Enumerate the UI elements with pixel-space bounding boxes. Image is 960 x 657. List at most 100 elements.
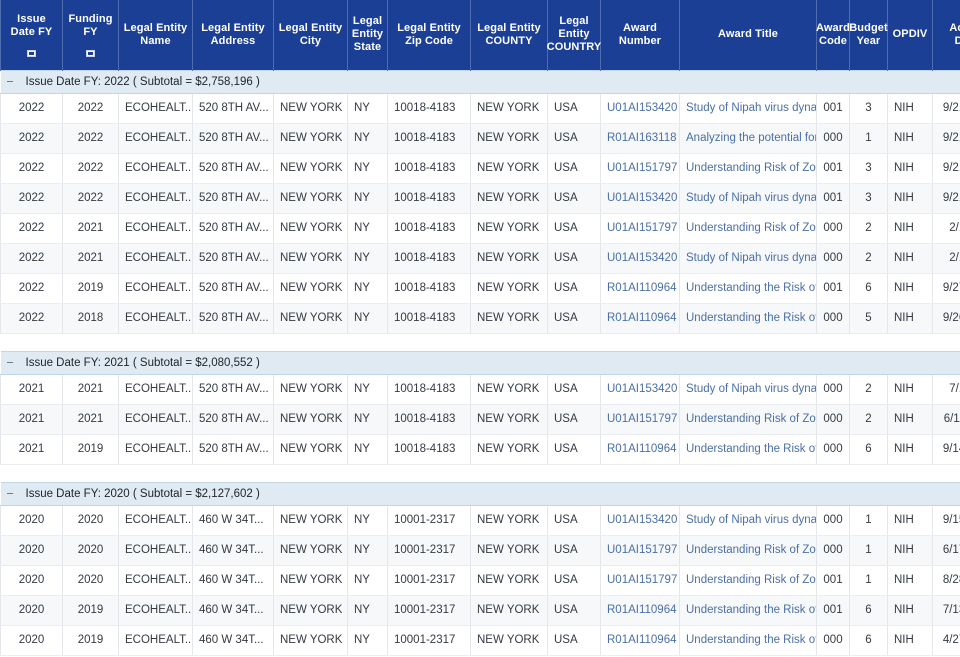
- cell-award_number[interactable]: U01AI151797: [600, 535, 680, 566]
- column-header-legal_entity_city[interactable]: Legal Entity City: [273, 0, 348, 70]
- cell-award_title[interactable]: Understanding the Risk of ...: [679, 434, 817, 465]
- cell-link-award_number[interactable]: U01AI151797: [607, 162, 677, 174]
- cell-award_number[interactable]: R01AI110964: [600, 273, 680, 304]
- column-header-legal_entity_county[interactable]: Legal Entity COUNTY: [470, 0, 548, 70]
- cell-link-award_number[interactable]: R01AI110964: [607, 282, 676, 294]
- table-row[interactable]: 2020 2019 ECOHEALT... 460 W 34T... NEW YORK N…: [0, 595, 960, 626]
- group-header-row[interactable]: Issue Date FY: 2020 ( Subtotal = $2,127,…: [0, 481, 960, 506]
- cell-award_title[interactable]: Study of Nipah virus dyna...: [679, 243, 817, 274]
- cell-award_title[interactable]: Analyzing the potential for...: [679, 123, 817, 154]
- table-row[interactable]: 2022 2022 ECOHEALT... 520 8TH AV... NEW YORK…: [0, 153, 960, 184]
- column-header-award_code[interactable]: Award Code: [816, 0, 850, 70]
- column-header-legal_entity_zip[interactable]: Legal Entity Zip Code: [387, 0, 471, 70]
- table-row[interactable]: 2022 2022 ECOHEALT... 520 8TH AV... NEW YORK…: [0, 93, 960, 124]
- table-row[interactable]: 2020 2020 ECOHEALT... 460 W 34T... NEW YORK N…: [0, 565, 960, 596]
- cell-link-award_number[interactable]: U01AI153420: [607, 252, 677, 264]
- cell-link-award_title[interactable]: Study of Nipah virus dyna...: [686, 252, 816, 264]
- collapse-toggle-icon[interactable]: [3, 487, 17, 501]
- cell-link-award_number[interactable]: R01AI110964: [607, 443, 676, 455]
- cell-link-award_number[interactable]: R01AI163118: [607, 132, 676, 144]
- cell-award_title[interactable]: Understanding Risk of Zoo...: [679, 153, 817, 184]
- cell-link-award_number[interactable]: U01AI151797: [607, 222, 677, 234]
- cell-award_title[interactable]: Study of Nipah virus dyna...: [679, 374, 817, 405]
- collapse-toggle-icon[interactable]: [3, 356, 17, 370]
- cell-award_title[interactable]: Understanding Risk of Zoo...: [679, 404, 817, 435]
- cell-link-award_title[interactable]: Understanding the Risk of ...: [686, 604, 816, 616]
- table-row[interactable]: 2020 2019 ECOHEALT... 460 W 34T... NEW YORK N…: [0, 625, 960, 656]
- cell-award_title[interactable]: Understanding the Risk of ...: [679, 595, 817, 626]
- column-header-issue_date_fy[interactable]: Issue Date FY: [0, 0, 63, 70]
- cell-link-award_number[interactable]: U01AI153420: [607, 102, 677, 114]
- cell-link-award_title[interactable]: Understanding the Risk of ...: [686, 282, 816, 294]
- group-header-row[interactable]: Issue Date FY: 2022 ( Subtotal = $2,758,…: [0, 69, 960, 94]
- cell-link-award_number[interactable]: U01AI151797: [607, 574, 677, 586]
- cell-award_number[interactable]: U01AI151797: [600, 213, 680, 244]
- cell-link-award_title[interactable]: Analyzing the potential for...: [686, 132, 816, 144]
- cell-link-award_title[interactable]: Understanding the Risk of ...: [686, 312, 816, 324]
- cell-link-award_title[interactable]: Study of Nipah virus dyna...: [686, 192, 816, 204]
- cell-link-award_title[interactable]: Understanding the Risk of ...: [686, 634, 816, 646]
- column-header-legal_entity_name[interactable]: Legal Entity Name: [118, 0, 193, 70]
- cell-link-award_number[interactable]: R01AI110964: [607, 604, 676, 616]
- cell-link-award_number[interactable]: U01AI151797: [607, 544, 677, 556]
- column-header-funding_fy[interactable]: Funding FY: [62, 0, 119, 70]
- cell-award_number[interactable]: R01AI110964: [600, 434, 680, 465]
- table-row[interactable]: 2022 2019 ECOHEALT... 520 8TH AV... NEW YORK…: [0, 273, 960, 304]
- group-header-row[interactable]: Issue Date FY: 2021 ( Subtotal = $2,080,…: [0, 350, 960, 375]
- cell-award_title[interactable]: Understanding Risk of Zoo...: [679, 213, 817, 244]
- cell-link-award_title[interactable]: Understanding the Risk of ...: [686, 443, 816, 455]
- cell-link-award_number[interactable]: R01AI110964: [607, 634, 676, 646]
- cell-award_title[interactable]: Understanding the Risk of ...: [679, 303, 817, 334]
- cell-link-award_title[interactable]: Understanding Risk of Zoo...: [686, 222, 816, 234]
- cell-award_title[interactable]: Study of Nipah virus dyna...: [679, 505, 817, 536]
- column-header-award_title[interactable]: Award Title: [679, 0, 817, 70]
- cell-award_number[interactable]: U01AI153420: [600, 93, 680, 124]
- cell-link-award_title[interactable]: Understanding Risk of Zoo...: [686, 544, 816, 556]
- cell-award_title[interactable]: Study of Nipah virus dyna...: [679, 93, 817, 124]
- sort-icon[interactable]: [27, 49, 36, 57]
- column-header-legal_entity_country[interactable]: Legal Entity COUNTRY: [547, 0, 601, 70]
- cell-award_number[interactable]: U01AI151797: [600, 565, 680, 596]
- cell-link-award_number[interactable]: R01AI110964: [607, 312, 676, 324]
- table-row[interactable]: 2021 2021 ECOHEALT... 520 8TH AV... NEW YORK…: [0, 374, 960, 405]
- cell-award_number[interactable]: U01AI153420: [600, 183, 680, 214]
- column-header-award_number[interactable]: Award Number: [600, 0, 680, 70]
- table-row[interactable]: 2022 2022 ECOHEALT... 520 8TH AV... NEW YORK…: [0, 123, 960, 154]
- cell-award_number[interactable]: R01AI163118: [600, 123, 680, 154]
- cell-link-award_number[interactable]: U01AI151797: [607, 413, 677, 425]
- cell-link-award_number[interactable]: U01AI153420: [607, 514, 677, 526]
- cell-award_number[interactable]: U01AI153420: [600, 505, 680, 536]
- table-row[interactable]: 2020 2020 ECOHEALT... 460 W 34T... NEW YORK N…: [0, 535, 960, 566]
- table-row[interactable]: 2021 2019 ECOHEALT... 520 8TH AV... NEW YORK…: [0, 434, 960, 465]
- cell-award_number[interactable]: R01AI110964: [600, 595, 680, 626]
- cell-award_number[interactable]: U01AI151797: [600, 153, 680, 184]
- column-header-action_date[interactable]: ActionDate: [932, 0, 960, 70]
- cell-award_number[interactable]: U01AI153420: [600, 243, 680, 274]
- cell-link-award_number[interactable]: U01AI153420: [607, 383, 677, 395]
- column-header-legal_entity_state[interactable]: Legal Entity State: [347, 0, 388, 70]
- column-header-opdiv[interactable]: OPDIV: [887, 0, 933, 70]
- sort-icon[interactable]: [86, 49, 95, 57]
- table-row[interactable]: 2022 2018 ECOHEALT... 520 8TH AV... NEW YORK…: [0, 303, 960, 334]
- cell-award_number[interactable]: R01AI110964: [600, 625, 680, 656]
- column-header-budget_year[interactable]: Budget Year: [849, 0, 888, 70]
- cell-award_title[interactable]: Understanding the Risk of ...: [679, 273, 817, 304]
- cell-award_number[interactable]: U01AI153420: [600, 374, 680, 405]
- cell-link-award_title[interactable]: Understanding Risk of Zoo...: [686, 574, 816, 586]
- cell-award_title[interactable]: Understanding Risk of Zoo...: [679, 565, 817, 596]
- cell-link-award_title[interactable]: Understanding Risk of Zoo...: [686, 162, 816, 174]
- cell-award_number[interactable]: U01AI151797: [600, 404, 680, 435]
- cell-award_title[interactable]: Understanding the Risk of ...: [679, 625, 817, 656]
- cell-award_number[interactable]: R01AI110964: [600, 303, 680, 334]
- cell-award_title[interactable]: Study of Nipah virus dyna...: [679, 183, 817, 214]
- table-row[interactable]: 2022 2021 ECOHEALT... 520 8TH AV... NEW YORK…: [0, 213, 960, 244]
- collapse-toggle-icon[interactable]: [3, 75, 17, 89]
- cell-link-award_title[interactable]: Study of Nipah virus dyna...: [686, 102, 816, 114]
- table-row[interactable]: 2022 2021 ECOHEALT... 520 8TH AV... NEW YORK…: [0, 243, 960, 274]
- cell-link-award_number[interactable]: U01AI153420: [607, 192, 677, 204]
- cell-link-award_title[interactable]: Understanding Risk of Zoo...: [686, 413, 816, 425]
- table-row[interactable]: 2021 2021 ECOHEALT... 520 8TH AV... NEW YORK…: [0, 404, 960, 435]
- table-row[interactable]: 2022 2022 ECOHEALT... 520 8TH AV... NEW YORK…: [0, 183, 960, 214]
- cell-award_title[interactable]: Understanding Risk of Zoo...: [679, 535, 817, 566]
- column-header-legal_entity_address[interactable]: Legal Entity Address: [192, 0, 274, 70]
